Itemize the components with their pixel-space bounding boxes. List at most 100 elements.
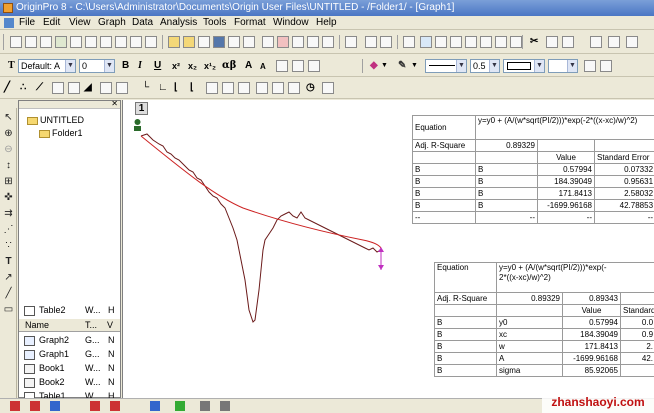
menu-edit[interactable]: Edit [43, 17, 60, 28]
refresh-icon[interactable] [365, 36, 377, 48]
graph-window[interactable]: 1 Equation y=y0 + (A/(w*sqrt(PI/2)))*exp(… [122, 100, 654, 398]
project-explorer-icon[interactable] [465, 36, 477, 48]
plot-icon[interactable] [200, 401, 210, 411]
new-graph-icon[interactable] [70, 36, 82, 48]
open-icon[interactable] [168, 36, 180, 48]
add-new-columns-icon[interactable] [590, 36, 602, 48]
plot-3d-icon[interactable] [206, 82, 218, 94]
left-align-icon[interactable] [276, 60, 288, 72]
import-dat-icon[interactable] [322, 36, 334, 48]
menu-help[interactable]: Help [316, 17, 337, 28]
copy-page-icon[interactable] [608, 36, 620, 48]
menu-graph[interactable]: Graph [98, 17, 126, 28]
column-plot-icon[interactable] [52, 82, 64, 94]
line-color-icon[interactable]: ✎ [398, 60, 406, 72]
code-builder-icon[interactable] [435, 36, 447, 48]
supersubscript-icon[interactable]: x¹₂ [204, 60, 216, 72]
right-align-icon[interactable] [308, 60, 320, 72]
save-window-icon[interactable] [228, 36, 240, 48]
print-icon[interactable] [345, 36, 357, 48]
menu-data[interactable]: Data [132, 17, 153, 28]
symbol-shape-icon[interactable] [600, 60, 612, 72]
chevron-down-icon[interactable]: ▼ [456, 60, 466, 72]
scale-in-icon[interactable]: ↕ [2, 160, 15, 172]
scatter-plot-icon[interactable]: ∴ [20, 82, 26, 94]
subscript-icon[interactable]: x₂ [188, 60, 197, 72]
data-selector-icon[interactable]: ⇉ [2, 208, 15, 220]
command-window-icon[interactable] [450, 36, 462, 48]
area-plot-icon[interactable]: ◢ [84, 82, 92, 94]
plot-icon[interactable] [110, 401, 120, 411]
handle-down-icon[interactable] [378, 265, 384, 270]
new-function-icon[interactable] [100, 36, 112, 48]
menu-view[interactable]: View [69, 17, 91, 28]
new-excel-icon[interactable] [55, 36, 67, 48]
chevron-down-icon[interactable]: ▼ [381, 60, 388, 72]
line-tool-icon[interactable]: ╱ [2, 288, 15, 300]
list-item[interactable]: Book2 W... N [19, 376, 120, 390]
font-size-select[interactable]: 0 ▼ [79, 59, 115, 73]
multi-panel-icon[interactable] [116, 82, 128, 94]
step-plot-icon[interactable]: ⌊ [190, 82, 194, 94]
menu-analysis[interactable]: Analysis [160, 17, 197, 28]
chevron-down-icon[interactable]: ▼ [411, 60, 418, 72]
template-library-icon[interactable] [322, 82, 334, 94]
arrow-tool-icon[interactable]: ↗ [2, 272, 15, 284]
bar-plot-icon[interactable] [68, 82, 80, 94]
line-style-select[interactable]: ▼ [425, 59, 467, 73]
new-project-icon[interactable] [10, 36, 22, 48]
plot-icon[interactable] [150, 401, 160, 411]
line-width-select[interactable]: 0.5 ▼ [470, 59, 500, 73]
new-layout-page-icon[interactable] [145, 36, 157, 48]
increase-font-icon[interactable]: A [245, 60, 252, 72]
zoom-out-icon[interactable]: ⊖ [2, 144, 15, 156]
histogram-icon[interactable] [288, 82, 300, 94]
axis-icon[interactable]: ∟ [158, 82, 168, 94]
smart-hint-icon[interactable] [495, 36, 507, 48]
pattern-select[interactable]: ▼ [503, 59, 545, 73]
mask-icon[interactable]: ∵ [2, 240, 15, 252]
draw-data-icon[interactable]: ⋰ [2, 224, 15, 236]
paste-icon[interactable] [562, 36, 574, 48]
line-symbol-plot-icon[interactable]: ⟋ [36, 82, 43, 94]
chevron-down-icon[interactable]: ▼ [567, 60, 577, 72]
clock-icon[interactable]: ◷ [306, 82, 315, 94]
superscript-icon[interactable]: x² [172, 60, 180, 72]
list-item[interactable]: Book1 W... N [19, 362, 120, 376]
marker-size-icon[interactable] [584, 60, 596, 72]
plot-icon[interactable] [30, 401, 40, 411]
save-project-icon[interactable] [213, 36, 225, 48]
column-view[interactable]: V [107, 320, 113, 330]
zoom-in-icon[interactable]: ⊕ [2, 128, 15, 140]
import-ascii-icon[interactable] [262, 36, 274, 48]
results-log-icon[interactable] [420, 36, 432, 48]
list-item[interactable]: Graph2 G... N [19, 334, 120, 348]
graph-window-icon[interactable] [4, 18, 14, 28]
column-name[interactable]: Name [25, 320, 49, 330]
box-plot-icon[interactable] [272, 82, 284, 94]
open-template-icon[interactable] [183, 36, 195, 48]
plot-icon[interactable] [10, 401, 20, 411]
close-icon[interactable]: ✕ [111, 99, 118, 108]
chevron-down-icon[interactable]: ▼ [104, 60, 114, 72]
plot-icon[interactable] [175, 401, 185, 411]
copy-icon[interactable] [546, 36, 558, 48]
chevron-down-icon[interactable]: ▼ [534, 60, 544, 72]
tree-root[interactable]: UNTITLED [27, 115, 84, 125]
script-window-icon[interactable] [403, 36, 415, 48]
plot-icon[interactable] [220, 401, 230, 411]
pointer-tool-icon[interactable]: ↖ [2, 112, 15, 124]
column-type[interactable]: T... [85, 320, 97, 330]
export-page-icon[interactable] [626, 36, 638, 48]
handle-up-icon[interactable] [378, 247, 384, 252]
rectangle-tool-icon[interactable]: ▭ [2, 304, 15, 316]
list-item[interactable]: Table2 W... H [19, 304, 120, 318]
stack-plot-icon[interactable] [100, 82, 112, 94]
cut-icon[interactable]: ✂ [530, 36, 538, 48]
italic-button[interactable]: I [138, 60, 142, 72]
center-align-icon[interactable] [292, 60, 304, 72]
import-wizard-icon[interactable] [292, 36, 304, 48]
chevron-down-icon[interactable]: ▼ [65, 60, 75, 72]
underline-button[interactable]: U [154, 60, 161, 72]
rescale-icon[interactable]: ⌊ [174, 82, 178, 94]
